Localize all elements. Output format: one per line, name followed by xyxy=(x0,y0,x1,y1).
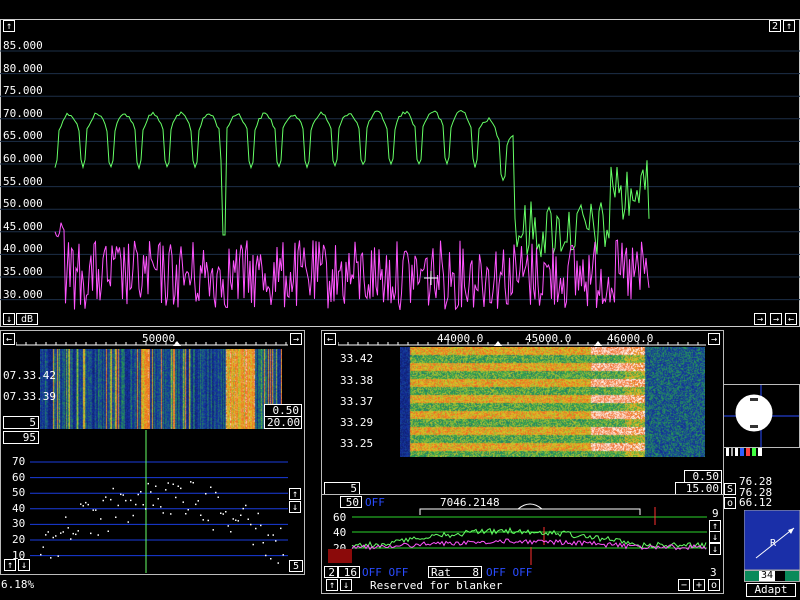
lower-right-top-value: 9 xyxy=(712,507,719,520)
top-spectrum-down-button[interactable]: ↓ xyxy=(3,313,15,325)
right-waterfall-time-4: 33.29 xyxy=(340,416,374,429)
channel-16-box[interactable]: 16 xyxy=(338,566,360,578)
off-toggle-row-2[interactable]: OFF OFF xyxy=(486,567,532,578)
lower-right-plot[interactable] xyxy=(322,495,724,567)
lower-left-count-button[interactable]: 5 xyxy=(289,560,303,572)
left-waterfall-time-2: 07.33.39 xyxy=(3,390,56,403)
lower-left-y-label: 20 xyxy=(12,533,26,546)
top-y-label: 75.000 xyxy=(3,84,43,98)
right-freq-label-2: 45000.0 xyxy=(525,332,572,345)
o-button-bottom[interactable]: o xyxy=(708,579,720,591)
lower-right-y-label: 60 xyxy=(333,511,347,524)
lower-left-down-small-2[interactable]: ↓ xyxy=(18,559,30,571)
top-spectrum-plot[interactable] xyxy=(0,20,800,320)
scope-display xyxy=(724,385,799,447)
green-trace xyxy=(54,109,650,258)
top-y-label: 60.000 xyxy=(3,152,43,165)
top-y-label: 40.000 xyxy=(3,242,43,256)
minus-button[interactable]: − xyxy=(678,579,690,591)
right-freq-label-3: 46000.0 xyxy=(607,332,654,345)
lower-left-y-label: 50 xyxy=(12,486,26,500)
right-freq-label-1: 44000.0 xyxy=(437,332,484,345)
left-waterfall-freq: 50000 xyxy=(142,332,176,345)
left-waterfall-right-button[interactable]: → xyxy=(290,333,302,345)
top-y-label: 55.000 xyxy=(3,174,43,188)
top-y-label: 85.000 xyxy=(3,39,43,52)
lower-left-down-small[interactable]: ↑ xyxy=(4,559,16,571)
lower-left-down-button[interactable]: ↓ xyxy=(289,501,301,513)
rate-box[interactable]: Rat 8 xyxy=(428,566,482,578)
top-y-label: 50.000 xyxy=(3,197,43,211)
unit-db-button[interactable]: dB xyxy=(16,313,38,325)
compass-display: R xyxy=(744,510,800,570)
plus-button[interactable]: + xyxy=(693,579,705,591)
top-y-label: 35.000 xyxy=(3,265,43,278)
lower-left-y-label: 60 xyxy=(12,470,26,484)
right-waterfall-time-3: 33.37 xyxy=(340,395,374,408)
lower-right-green-trace xyxy=(351,526,707,549)
lower-right-bottom-value: 3 xyxy=(710,566,717,579)
lower-left-plot[interactable] xyxy=(0,430,305,575)
off-toggle-row[interactable]: OFF OFF xyxy=(362,567,408,578)
lower-left-percent: 6.18% xyxy=(1,578,35,591)
left-waterfall-left-button[interactable]: ← xyxy=(3,333,15,345)
top-y-label: 70.000 xyxy=(3,106,43,120)
scope-colorbar xyxy=(726,448,762,456)
bottom-down-button[interactable]: ↓ xyxy=(340,579,352,591)
adapt-button[interactable]: Adapt xyxy=(746,583,796,597)
s-button[interactable]: S xyxy=(724,483,736,495)
left-waterfall-time-1: 07.33.42 xyxy=(3,369,56,382)
left-waterfall-max-box[interactable]: 20.00 xyxy=(264,416,302,429)
top-right-arrow-3[interactable]: ← xyxy=(785,313,797,325)
level-bar-fill-right xyxy=(785,571,799,581)
level-bar-fill xyxy=(745,571,759,581)
lower-right-down-2[interactable]: ↓ xyxy=(709,543,721,555)
top-y-label: 30.000 xyxy=(3,287,43,301)
top-y-label: 65.000 xyxy=(3,129,43,143)
compass-letter: R xyxy=(770,538,777,549)
status-text: Reserved for blanker xyxy=(370,579,503,592)
bottom-up-button[interactable]: ↑ xyxy=(326,579,338,591)
level-badge: 34 xyxy=(759,570,776,581)
lower-right-down-1[interactable]: ↓ xyxy=(709,531,721,543)
lower-right-y-label: 40 xyxy=(333,526,347,539)
lower-left-y-label: 40 xyxy=(12,501,26,515)
right-waterfall-right-button[interactable]: → xyxy=(708,333,720,345)
lower-right-red-marker xyxy=(328,549,352,563)
right-waterfall-time-1: 33.42 xyxy=(340,352,374,365)
level-bar: 34 xyxy=(744,570,800,582)
top-right-arrow-2[interactable]: → xyxy=(770,313,782,325)
top-y-label: 80.000 xyxy=(3,61,43,75)
right-waterfall[interactable] xyxy=(400,347,705,457)
left-waterfall-count-left[interactable]: 5 xyxy=(3,416,39,429)
rate-value: 8 xyxy=(472,566,479,579)
o-button[interactable]: o xyxy=(724,497,736,509)
lower-left-up-button[interactable]: ↑ xyxy=(289,488,301,500)
lower-left-y-label: 70 xyxy=(12,455,26,468)
right-waterfall-left-button[interactable]: ← xyxy=(324,333,336,345)
right-waterfall-time-2: 33.38 xyxy=(340,374,374,387)
side-value-3: 66.12 xyxy=(739,496,773,509)
rate-label: Rat xyxy=(431,566,451,579)
right-waterfall-time-5: 33.25 xyxy=(340,437,374,450)
top-right-arrow-1[interactable]: → xyxy=(754,313,766,325)
left-waterfall[interactable] xyxy=(40,349,282,429)
lower-left-y-label: 30 xyxy=(12,517,26,531)
top-y-label: 45.000 xyxy=(3,219,43,233)
channel-2-box[interactable]: 2 xyxy=(324,566,338,578)
